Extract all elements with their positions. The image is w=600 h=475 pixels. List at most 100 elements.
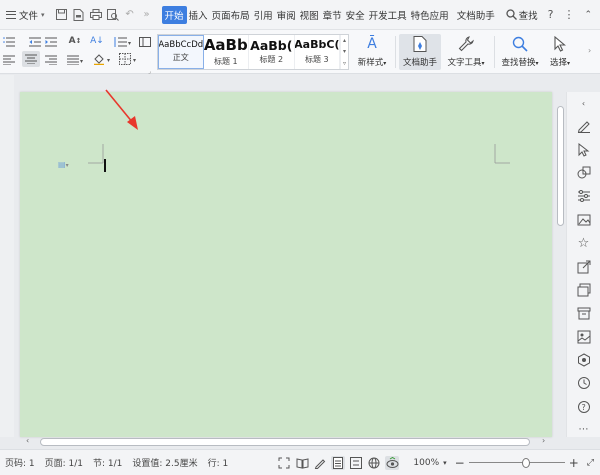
vertical-scrollbar[interactable] <box>556 96 565 436</box>
paragraph-settings-icon[interactable]: ⌟ <box>148 68 151 75</box>
status-settings[interactable]: 设置值: 2.5厘米 <box>127 456 202 469</box>
shield-icon[interactable] <box>576 353 592 367</box>
status-section[interactable]: 节: 1/1 <box>88 456 127 469</box>
redo-icon[interactable]: » <box>140 8 154 22</box>
justify-icon[interactable]: ▾ <box>66 54 86 66</box>
select-button[interactable]: 选择▾ <box>544 34 576 70</box>
text-tools-button[interactable]: 文字工具▾ <box>444 34 488 70</box>
bullet-list-icon[interactable] <box>2 36 16 48</box>
style-heading-2[interactable]: AaBb( 标题 2 <box>249 35 295 69</box>
paste-options-icon[interactable]: ▤▾ <box>58 160 69 169</box>
style-normal-sample: AaBbCcDd <box>158 39 204 50</box>
picture-icon[interactable] <box>576 330 592 344</box>
align-right-icon[interactable] <box>44 54 58 66</box>
style-heading-1[interactable]: AaBb 标题 1 <box>204 35 250 69</box>
style-heading-2-sample: AaBb( <box>250 37 293 53</box>
tab-insert[interactable]: 插入 <box>187 6 210 24</box>
line-spacing-icon[interactable]: ▾ <box>112 36 132 48</box>
undo-icon[interactable]: ↶ <box>123 8 137 22</box>
star-icon[interactable]: ☆ <box>576 236 592 251</box>
zoom-dropdown-icon[interactable]: ▾ <box>443 459 447 467</box>
help-icon[interactable]: ? <box>548 8 554 21</box>
increase-indent-icon[interactable] <box>44 36 58 48</box>
ribbon-scroll-right-icon[interactable]: › <box>588 46 591 55</box>
cursor-select-icon <box>551 35 569 53</box>
web-view-icon[interactable] <box>367 456 381 470</box>
collapse-ribbon-icon[interactable]: ⌃ <box>584 10 592 20</box>
tab-chapter[interactable]: 章节 <box>321 6 344 24</box>
edit-mode-icon[interactable] <box>313 456 327 470</box>
new-style-button[interactable]: Ā 新样式▾ <box>354 34 390 70</box>
borders-icon[interactable]: ▾ <box>118 53 140 65</box>
vertical-scroll-thumb[interactable] <box>557 106 564 226</box>
fullscreen-icon[interactable] <box>277 456 291 470</box>
sidebar-collapse-icon[interactable]: ‹ <box>576 96 592 110</box>
scroll-right-icon[interactable]: › <box>542 436 545 445</box>
export-pdf-icon[interactable] <box>72 8 86 22</box>
align-left-icon[interactable] <box>2 54 16 66</box>
history-icon[interactable] <box>576 376 592 390</box>
tab-features[interactable]: 特色应用 <box>409 6 451 24</box>
more-options-icon[interactable]: ⋯ <box>576 423 592 437</box>
zoom-out-icon[interactable]: − <box>455 456 465 470</box>
zoom-slider[interactable] <box>468 457 565 468</box>
help-circle-icon[interactable]: ? <box>576 399 592 413</box>
sort-icon[interactable]: A↓ <box>90 35 104 47</box>
shading-icon[interactable]: ▾ <box>92 53 114 65</box>
image-icon[interactable] <box>576 212 592 226</box>
align-center-icon[interactable] <box>22 51 40 67</box>
adjust-icon[interactable] <box>576 189 592 203</box>
svg-text:▾: ▾ <box>80 58 83 65</box>
text-direction-icon[interactable]: A ↕ <box>66 35 84 47</box>
print-icon[interactable] <box>89 8 103 22</box>
find-replace-button[interactable]: 查找替换▾ <box>499 34 541 70</box>
outline-view-icon[interactable] <box>349 456 363 470</box>
doc-assistant-icon <box>411 35 429 53</box>
archive-icon[interactable] <box>576 306 592 320</box>
tab-page-layout[interactable]: 页面布局 <box>210 6 252 24</box>
zoom-level[interactable]: 100% <box>413 458 439 468</box>
zoom-fit-icon[interactable]: ⤢ <box>587 458 594 468</box>
tab-home[interactable]: 开始 <box>161 5 187 24</box>
document-page[interactable]: ▤▾ <box>20 92 552 437</box>
shapes-icon[interactable] <box>576 166 592 180</box>
status-page-number[interactable]: 页码: 1 <box>0 456 40 469</box>
eye-care-icon[interactable] <box>385 455 400 470</box>
tab-developer[interactable]: 开发工具 <box>367 6 409 24</box>
search-menu-label: 查找 <box>518 10 538 22</box>
tab-references[interactable]: 引用 <box>252 6 275 24</box>
tab-view[interactable]: 视图 <box>298 6 321 24</box>
style-heading-3[interactable]: AaBbC( 标题 3 <box>295 35 341 69</box>
scroll-left-icon[interactable]: ‹ <box>26 436 29 445</box>
search-menu[interactable]: 查找 <box>505 8 538 22</box>
pen-icon[interactable] <box>576 119 592 134</box>
styles-scroll[interactable]: ▴ ▾ ▿ <box>340 35 348 69</box>
layers-icon[interactable] <box>576 283 592 297</box>
page-view-icon[interactable] <box>331 455 346 470</box>
reading-mode-icon[interactable] <box>295 456 309 470</box>
save-icon[interactable] <box>55 8 69 22</box>
tab-review[interactable]: 审阅 <box>275 6 298 24</box>
tab-security[interactable]: 安全 <box>344 6 367 24</box>
decrease-indent-icon[interactable] <box>28 36 42 48</box>
ribbon-tabs: 开始 插入 页面布局 引用 审阅 视图 章节 安全 开发工具 特色应用 文档助手 <box>161 5 497 24</box>
share-icon[interactable] <box>576 260 592 274</box>
more-icon[interactable]: ⋮ <box>563 8 574 21</box>
print-preview-icon[interactable] <box>106 8 120 22</box>
new-style-icon: Ā <box>367 36 377 52</box>
pointer-icon[interactable] <box>576 142 592 157</box>
zoom-slider-knob[interactable] <box>521 457 530 468</box>
horizontal-scrollbar[interactable]: ‹ › <box>22 436 554 447</box>
show-marks-icon[interactable] <box>138 36 152 48</box>
zoom-in-icon[interactable]: + <box>569 456 579 470</box>
status-pages[interactable]: 页面: 1/1 <box>40 456 88 469</box>
style-normal[interactable]: AaBbCcDd 正文 <box>158 35 204 69</box>
ribbon-separator <box>494 36 495 68</box>
style-heading-2-name: 标题 2 <box>259 55 284 65</box>
status-row[interactable]: 行: 1 <box>203 456 234 469</box>
file-menu[interactable]: 文件 ▾ <box>0 4 51 26</box>
horizontal-scroll-thumb[interactable] <box>40 438 530 446</box>
doc-assistant-button[interactable]: 文档助手 <box>399 34 441 70</box>
text-cursor <box>104 159 106 172</box>
tab-doc-assistant[interactable]: 文档助手 <box>455 6 497 24</box>
